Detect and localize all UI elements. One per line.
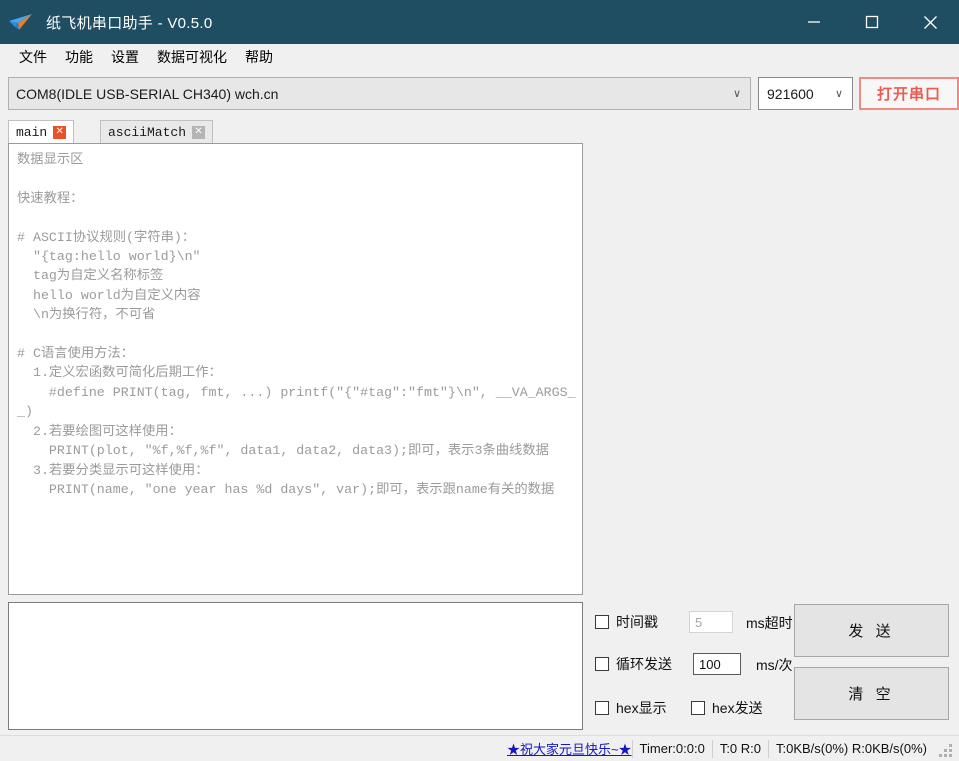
close-button[interactable] — [901, 0, 959, 44]
menu-item-settings[interactable]: 设置 — [102, 44, 148, 70]
resize-grip-icon[interactable] — [938, 740, 956, 758]
baud-rate-value: 921600 — [767, 85, 814, 102]
status-timer: Timer:0:0:0 — [631, 739, 712, 758]
hex-send-option-row: hex发送 — [691, 698, 763, 718]
loop-send-checkbox[interactable] — [595, 657, 609, 671]
baud-rate-select[interactable]: 921600 ∨ — [758, 77, 853, 110]
close-icon[interactable]: ✕ — [53, 125, 67, 139]
menu-item-function[interactable]: 功能 — [56, 44, 102, 70]
loop-send-option-row: 循环发送 — [595, 654, 672, 674]
status-bar: ★祝大家元旦快乐~★ Timer:0:0:0 T:0 R:0 T:0KB/s(0… — [0, 735, 959, 761]
serial-port-value: COM8(IDLE USB-SERIAL CH340) wch.cn — [16, 85, 279, 102]
hex-display-label: hex显示 — [616, 700, 667, 716]
minimize-button[interactable] — [785, 0, 843, 44]
menu-item-file[interactable]: 文件 — [10, 44, 56, 70]
send-button[interactable]: 发 送 — [794, 604, 949, 657]
loop-send-label: 循环发送 — [616, 656, 672, 672]
close-icon[interactable]: ✕ — [192, 125, 206, 139]
menu-item-help[interactable]: 帮助 — [236, 44, 282, 70]
receive-display-area[interactable]: 数据显示区 快速教程： # ASCII协议规则(字符串)： "{tag:hell… — [8, 143, 583, 595]
timeout-value: 5 — [695, 614, 703, 630]
timeout-input[interactable]: 5 — [689, 611, 733, 633]
maximize-button[interactable] — [843, 0, 901, 44]
clear-button[interactable]: 清 空 — [794, 667, 949, 720]
window-controls — [785, 0, 959, 44]
chevron-down-icon: ∨ — [732, 88, 741, 100]
greeting-link[interactable]: ★祝大家元旦快乐~★ — [507, 739, 632, 758]
menu-item-data-visualization[interactable]: 数据可视化 — [148, 44, 236, 70]
loop-interval-value: 100 — [699, 656, 721, 672]
loop-interval-input[interactable]: 100 — [693, 653, 741, 675]
timestamp-label: 时间戳 — [616, 614, 658, 630]
tab-main[interactable]: main ✕ — [8, 120, 75, 144]
title-bar: 纸飞机串口助手 - V0.5.0 — [0, 0, 959, 44]
loop-interval-unit-label: ms/次 — [756, 657, 793, 673]
hex-display-checkbox[interactable] — [595, 701, 609, 715]
timestamp-option-row: 时间戳 — [595, 612, 658, 632]
open-port-button[interactable]: 打开串口 — [859, 77, 959, 110]
hex-send-label: hex发送 — [712, 700, 763, 716]
timestamp-checkbox[interactable] — [595, 615, 609, 629]
window-title: 纸飞机串口助手 - V0.5.0 — [46, 14, 213, 32]
serial-port-select[interactable]: COM8(IDLE USB-SERIAL CH340) wch.cn ∨ — [8, 77, 751, 110]
menu-bar: 文件 功能 设置 数据可视化 帮助 — [0, 44, 959, 70]
send-options-area: 时间戳 5 ms超时 循环发送 100 ms/次 hex显示 hex发送 发 送… — [591, 602, 951, 730]
tab-main-label: main — [16, 124, 48, 140]
send-input-value — [9, 603, 582, 613]
send-input-area[interactable] — [8, 602, 583, 730]
receive-text: 数据显示区 快速教程： # ASCII协议规则(字符串)： "{tag:hell… — [17, 152, 576, 497]
status-counts: T:0 R:0 — [711, 739, 768, 758]
hex-display-option-row: hex显示 — [595, 698, 667, 718]
tab-asciimatch[interactable]: asciiMatch ✕ — [100, 120, 214, 144]
command-list-panel: CMD_0 | 竖线左侧为注释，右侧为数据 CMD_1 | 发送的数据会自动添加… — [591, 120, 951, 595]
connection-toolbar: COM8(IDLE USB-SERIAL CH340) wch.cn ∨ 921… — [8, 77, 959, 110]
tab-asciimatch-label: asciiMatch — [108, 124, 187, 140]
status-rates: T:0KB/s(0%) R:0KB/s(0%) — [768, 739, 934, 758]
tab-strip: main ✕ asciiMatch ✕ — [8, 120, 583, 144]
hex-send-checkbox[interactable] — [691, 701, 705, 715]
chevron-down-icon: ∨ — [834, 88, 843, 100]
paper-plane-icon — [6, 7, 36, 37]
timeout-unit-label: ms超时 — [746, 615, 793, 631]
